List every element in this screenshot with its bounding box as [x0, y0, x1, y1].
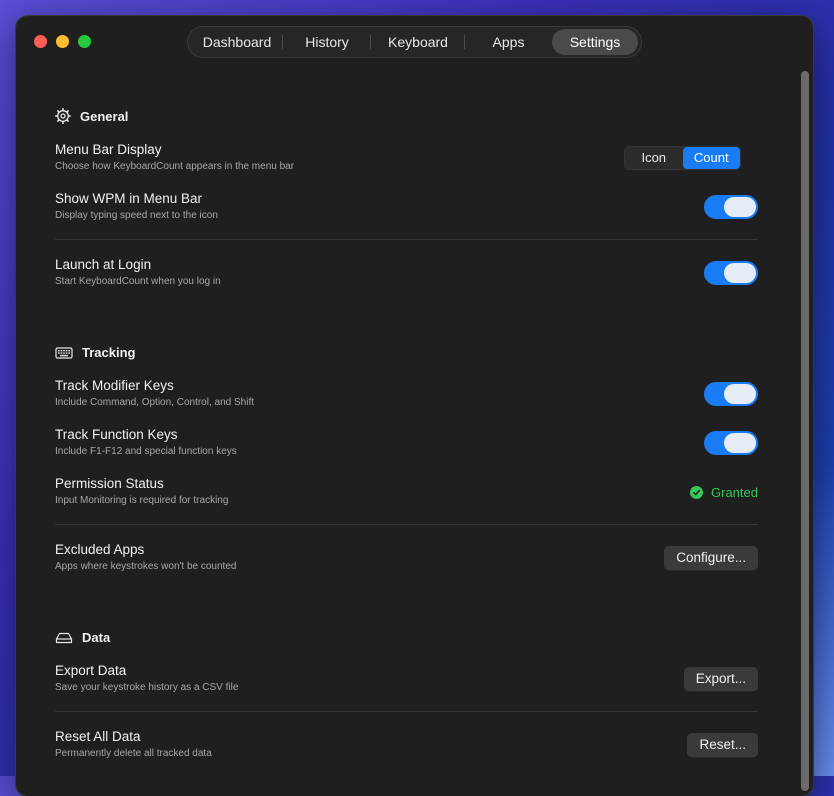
row-title: Export Data: [55, 663, 127, 678]
close-window-button[interactable]: [34, 35, 47, 48]
toggle-knob: [724, 433, 756, 453]
section-title: General: [80, 108, 129, 124]
divider: [55, 711, 758, 712]
tab-settings[interactable]: Settings: [552, 29, 638, 55]
toggle-knob: [724, 384, 756, 404]
row-title: Permission Status: [55, 476, 164, 491]
status-label: Granted: [711, 485, 758, 500]
row-title: Reset All Data: [55, 729, 141, 744]
keyboard-icon: [55, 346, 73, 360]
tab-apps[interactable]: Apps: [465, 29, 552, 55]
tab-keyboard[interactable]: Keyboard: [371, 29, 465, 55]
excluded-apps-row: Excluded Apps Apps where keystrokes won'…: [55, 542, 758, 573]
row-subtitle: Apps where keystrokes won't be counted: [55, 561, 237, 572]
settings-window: Dashboard History Keyboard Apps Settings: [16, 16, 813, 796]
section-general-header: General: [55, 108, 128, 124]
section-data-header: Data: [55, 630, 110, 645]
drive-icon: [55, 631, 73, 645]
track-modifier-keys-row: Track Modifier Keys Include Command, Opt…: [55, 378, 758, 409]
row-title: Excluded Apps: [55, 542, 145, 557]
row-subtitle: Display typing speed next to the icon: [55, 210, 218, 221]
permission-status: Granted: [690, 485, 758, 500]
launch-at-login-toggle[interactable]: [704, 261, 758, 285]
permission-status-row: Permission Status Input Monitoring is re…: [55, 476, 758, 507]
export-data-row: Export Data Save your keystroke history …: [55, 663, 758, 694]
minimize-window-button[interactable]: [56, 35, 69, 48]
divider: [55, 239, 758, 240]
toggle-knob: [724, 197, 756, 217]
row-subtitle: Input Monitoring is required for trackin…: [55, 495, 229, 506]
tab-history[interactable]: History: [283, 29, 371, 55]
gear-icon: [55, 108, 71, 124]
track-modifier-keys-toggle[interactable]: [704, 382, 758, 406]
track-function-keys-row: Track Function Keys Include F1-F12 and s…: [55, 427, 758, 458]
segment-icon[interactable]: Icon: [625, 147, 683, 169]
track-function-keys-toggle[interactable]: [704, 431, 758, 455]
toggle-knob: [724, 263, 756, 283]
segment-count[interactable]: Count: [682, 147, 740, 169]
show-wpm-row: Show WPM in Menu Bar Display typing spee…: [55, 191, 758, 222]
window-controls: [34, 35, 91, 48]
show-wpm-toggle[interactable]: [704, 195, 758, 219]
row-subtitle: Include F1-F12 and special function keys: [55, 446, 237, 457]
row-subtitle: Save your keystroke history as a CSV fil…: [55, 682, 239, 693]
row-title: Track Function Keys: [55, 427, 178, 442]
section-title: Data: [82, 630, 111, 645]
zoom-window-button[interactable]: [78, 35, 91, 48]
menu-bar-display-segmented-control: Icon Count: [624, 146, 741, 170]
scrollbar[interactable]: [801, 71, 809, 791]
row-title: Track Modifier Keys: [55, 378, 174, 393]
tab-dashboard[interactable]: Dashboard: [191, 29, 283, 55]
reset-data-row: Reset All Data Permanently delete all tr…: [55, 729, 758, 760]
menu-bar-display-row: Menu Bar Display Choose how KeyboardCoun…: [55, 142, 758, 173]
divider: [55, 524, 758, 525]
reset-button[interactable]: Reset...: [687, 733, 758, 757]
section-title: Tracking: [82, 345, 136, 360]
row-subtitle: Permanently delete all tracked data: [55, 748, 212, 759]
tab-bar: Dashboard History Keyboard Apps Settings: [187, 26, 642, 58]
export-button[interactable]: Export...: [683, 667, 758, 691]
row-subtitle: Include Command, Option, Control, and Sh…: [55, 397, 254, 408]
configure-button[interactable]: Configure...: [664, 546, 758, 570]
section-tracking-header: Tracking: [55, 345, 135, 360]
checkmark-icon: [690, 486, 704, 499]
row-subtitle: Start KeyboardCount when you log in: [55, 276, 221, 287]
row-title: Launch at Login: [55, 257, 152, 272]
row-title: Show WPM in Menu Bar: [55, 191, 203, 206]
launch-at-login-row: Launch at Login Start KeyboardCount when…: [55, 257, 758, 288]
